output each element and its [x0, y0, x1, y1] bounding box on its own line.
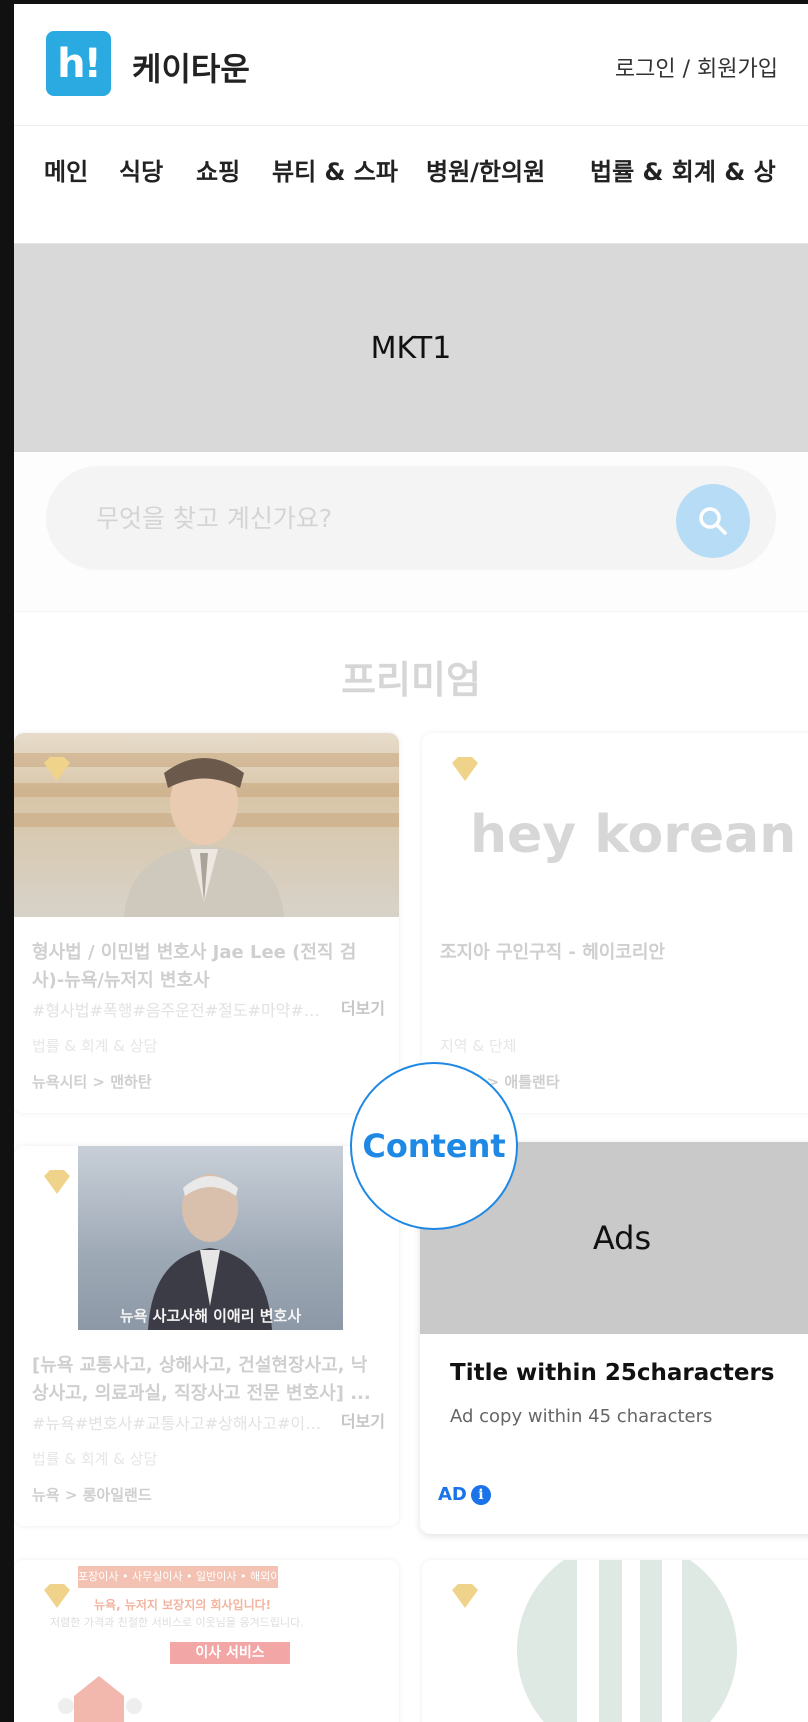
ad-copy: Ad copy within 45 characters: [450, 1406, 713, 1427]
premium-card[interactable]: 포장이사 • 사무실이사 • 일반이사 • 해외이사 뉴욕, 뉴저지 보장지의 …: [14, 1560, 399, 1722]
nav-item-restaurant[interactable]: 식당: [119, 152, 163, 187]
card-title: [뉴욕 교통사고, 상해사고, 건설현장사고, 낙상사고, 의료과실, 직장사고…: [32, 1355, 371, 1404]
lawyer-photo: 뉴욕 사고사해 이애리 변호사: [78, 1146, 343, 1330]
logo[interactable]: h!: [46, 31, 111, 96]
card-title: 형사법 / 이민법 변호사 Jae Lee (전직 검사)-뉴욕/뉴저지 변호사: [32, 942, 357, 991]
nav-item-shopping[interactable]: 쇼핑: [196, 152, 240, 187]
card-category: 지역 & 단체: [440, 1037, 517, 1055]
header: h! 케이타운 로그인 / 회원가입: [14, 4, 808, 126]
nav-item-legal[interactable]: 법률 & 회계 & 상: [590, 152, 776, 187]
content-label: Content: [362, 1127, 506, 1165]
premium-diamond-icon: [452, 1584, 478, 1608]
card-image: 뉴욕 사고사해 이애리 변호사: [14, 1146, 399, 1330]
category-nav: 메인 식당 쇼핑 뷰티 & 스파 병원/한의원 법률 & 회계 & 상: [14, 126, 808, 244]
premium-diamond-icon: [44, 1584, 70, 1608]
card-tags: #뉴욕#변호사#교통사고#상해사고#이…: [32, 1414, 322, 1433]
brand-name[interactable]: 케이타운: [132, 44, 250, 90]
card-image: hey korean: [422, 733, 808, 917]
search-box: [46, 466, 776, 570]
heykorean-logo: hey korean: [470, 805, 797, 865]
login-signup-link[interactable]: 로그인 / 회원가입: [615, 51, 778, 83]
card-more-link[interactable]: 더보기: [341, 995, 385, 1019]
search-area: [14, 452, 808, 612]
image-caption: 뉴욕 사고사해 이애리 변호사: [119, 1307, 302, 1325]
banner-label: MKT1: [370, 330, 452, 366]
image-banner: 포장이사 • 사무실이사 • 일반이사 • 해외이사: [78, 1566, 278, 1588]
info-icon[interactable]: i: [470, 1484, 491, 1505]
premium-card[interactable]: [422, 1560, 808, 1722]
search-icon: [699, 507, 727, 535]
device-frame: h! 케이타운 로그인 / 회원가입 메인 식당 쇼핑 뷰티 & 스파 병원/한…: [0, 0, 808, 1722]
content-overlay-badge: Content: [350, 1062, 518, 1230]
card-category: 법률 & 회계 & 상담: [32, 1450, 158, 1468]
card-image: 포장이사 • 사무실이사 • 일반이사 • 해외이사 뉴욕, 뉴저지 보장지의 …: [14, 1560, 399, 1722]
search-button[interactable]: [676, 484, 750, 558]
nav-item-hospital[interactable]: 병원/한의원: [426, 152, 545, 187]
premium-card[interactable]: hey korean 조지아 구인구직 - 헤이코리안 지역 & 단체 조지아 …: [422, 733, 808, 1113]
card-title: 조지아 구인구직 - 헤이코리안: [440, 942, 665, 963]
ad-image-label: Ads: [592, 1219, 652, 1257]
image-headline: 뉴욕, 뉴저지 보장지의 회사입니다!: [94, 1598, 272, 1612]
image-subtext: 저렴한 가격과 친절한 서비스로 이웃님을 응겨드립니다.: [50, 1616, 304, 1629]
premium-card[interactable]: 뉴욕 사고사해 이애리 변호사 [뉴욕 교통사고, 상해사고, 건설현장사고, …: [14, 1146, 399, 1526]
premium-diamond-icon: [452, 757, 478, 781]
card-image: [14, 733, 399, 917]
card-location: 뉴욕 > 롱아일랜드: [32, 1486, 152, 1504]
premium-diamond-icon: [44, 757, 70, 781]
ad-label: AD: [438, 1484, 467, 1505]
marketing-banner[interactable]: MKT1: [14, 244, 808, 452]
nav-item-beauty-spa[interactable]: 뷰티 & 스파: [272, 152, 398, 187]
nav-item-main[interactable]: 메인: [44, 152, 88, 187]
card-location: 뉴욕시티 > 맨하탄: [32, 1073, 152, 1091]
card-tags: #형사법#폭행#음주운전#절도#마약#…: [32, 1001, 320, 1020]
moving-house-illustration: [58, 1676, 142, 1722]
card-image: [422, 1560, 808, 1722]
card-more-link[interactable]: 더보기: [341, 1408, 385, 1432]
ad-badge[interactable]: AD i: [438, 1484, 491, 1505]
search-input[interactable]: [96, 498, 616, 538]
forest-logo-image: [517, 1560, 737, 1722]
section-title-premium: 프리미엄: [341, 658, 481, 702]
premium-diamond-icon: [44, 1170, 70, 1194]
screen: h! 케이타운 로그인 / 회원가입 메인 식당 쇼핑 뷰티 & 스파 병원/한…: [14, 4, 808, 1722]
ad-title: Title within 25characters: [450, 1360, 775, 1386]
premium-card[interactable]: 형사법 / 이민법 변호사 Jae Lee (전직 검사)-뉴욕/뉴저지 변호사…: [14, 733, 399, 1113]
image-service-label: 이사 서비스: [170, 1642, 290, 1664]
card-category: 법률 & 회계 & 상담: [32, 1037, 158, 1055]
